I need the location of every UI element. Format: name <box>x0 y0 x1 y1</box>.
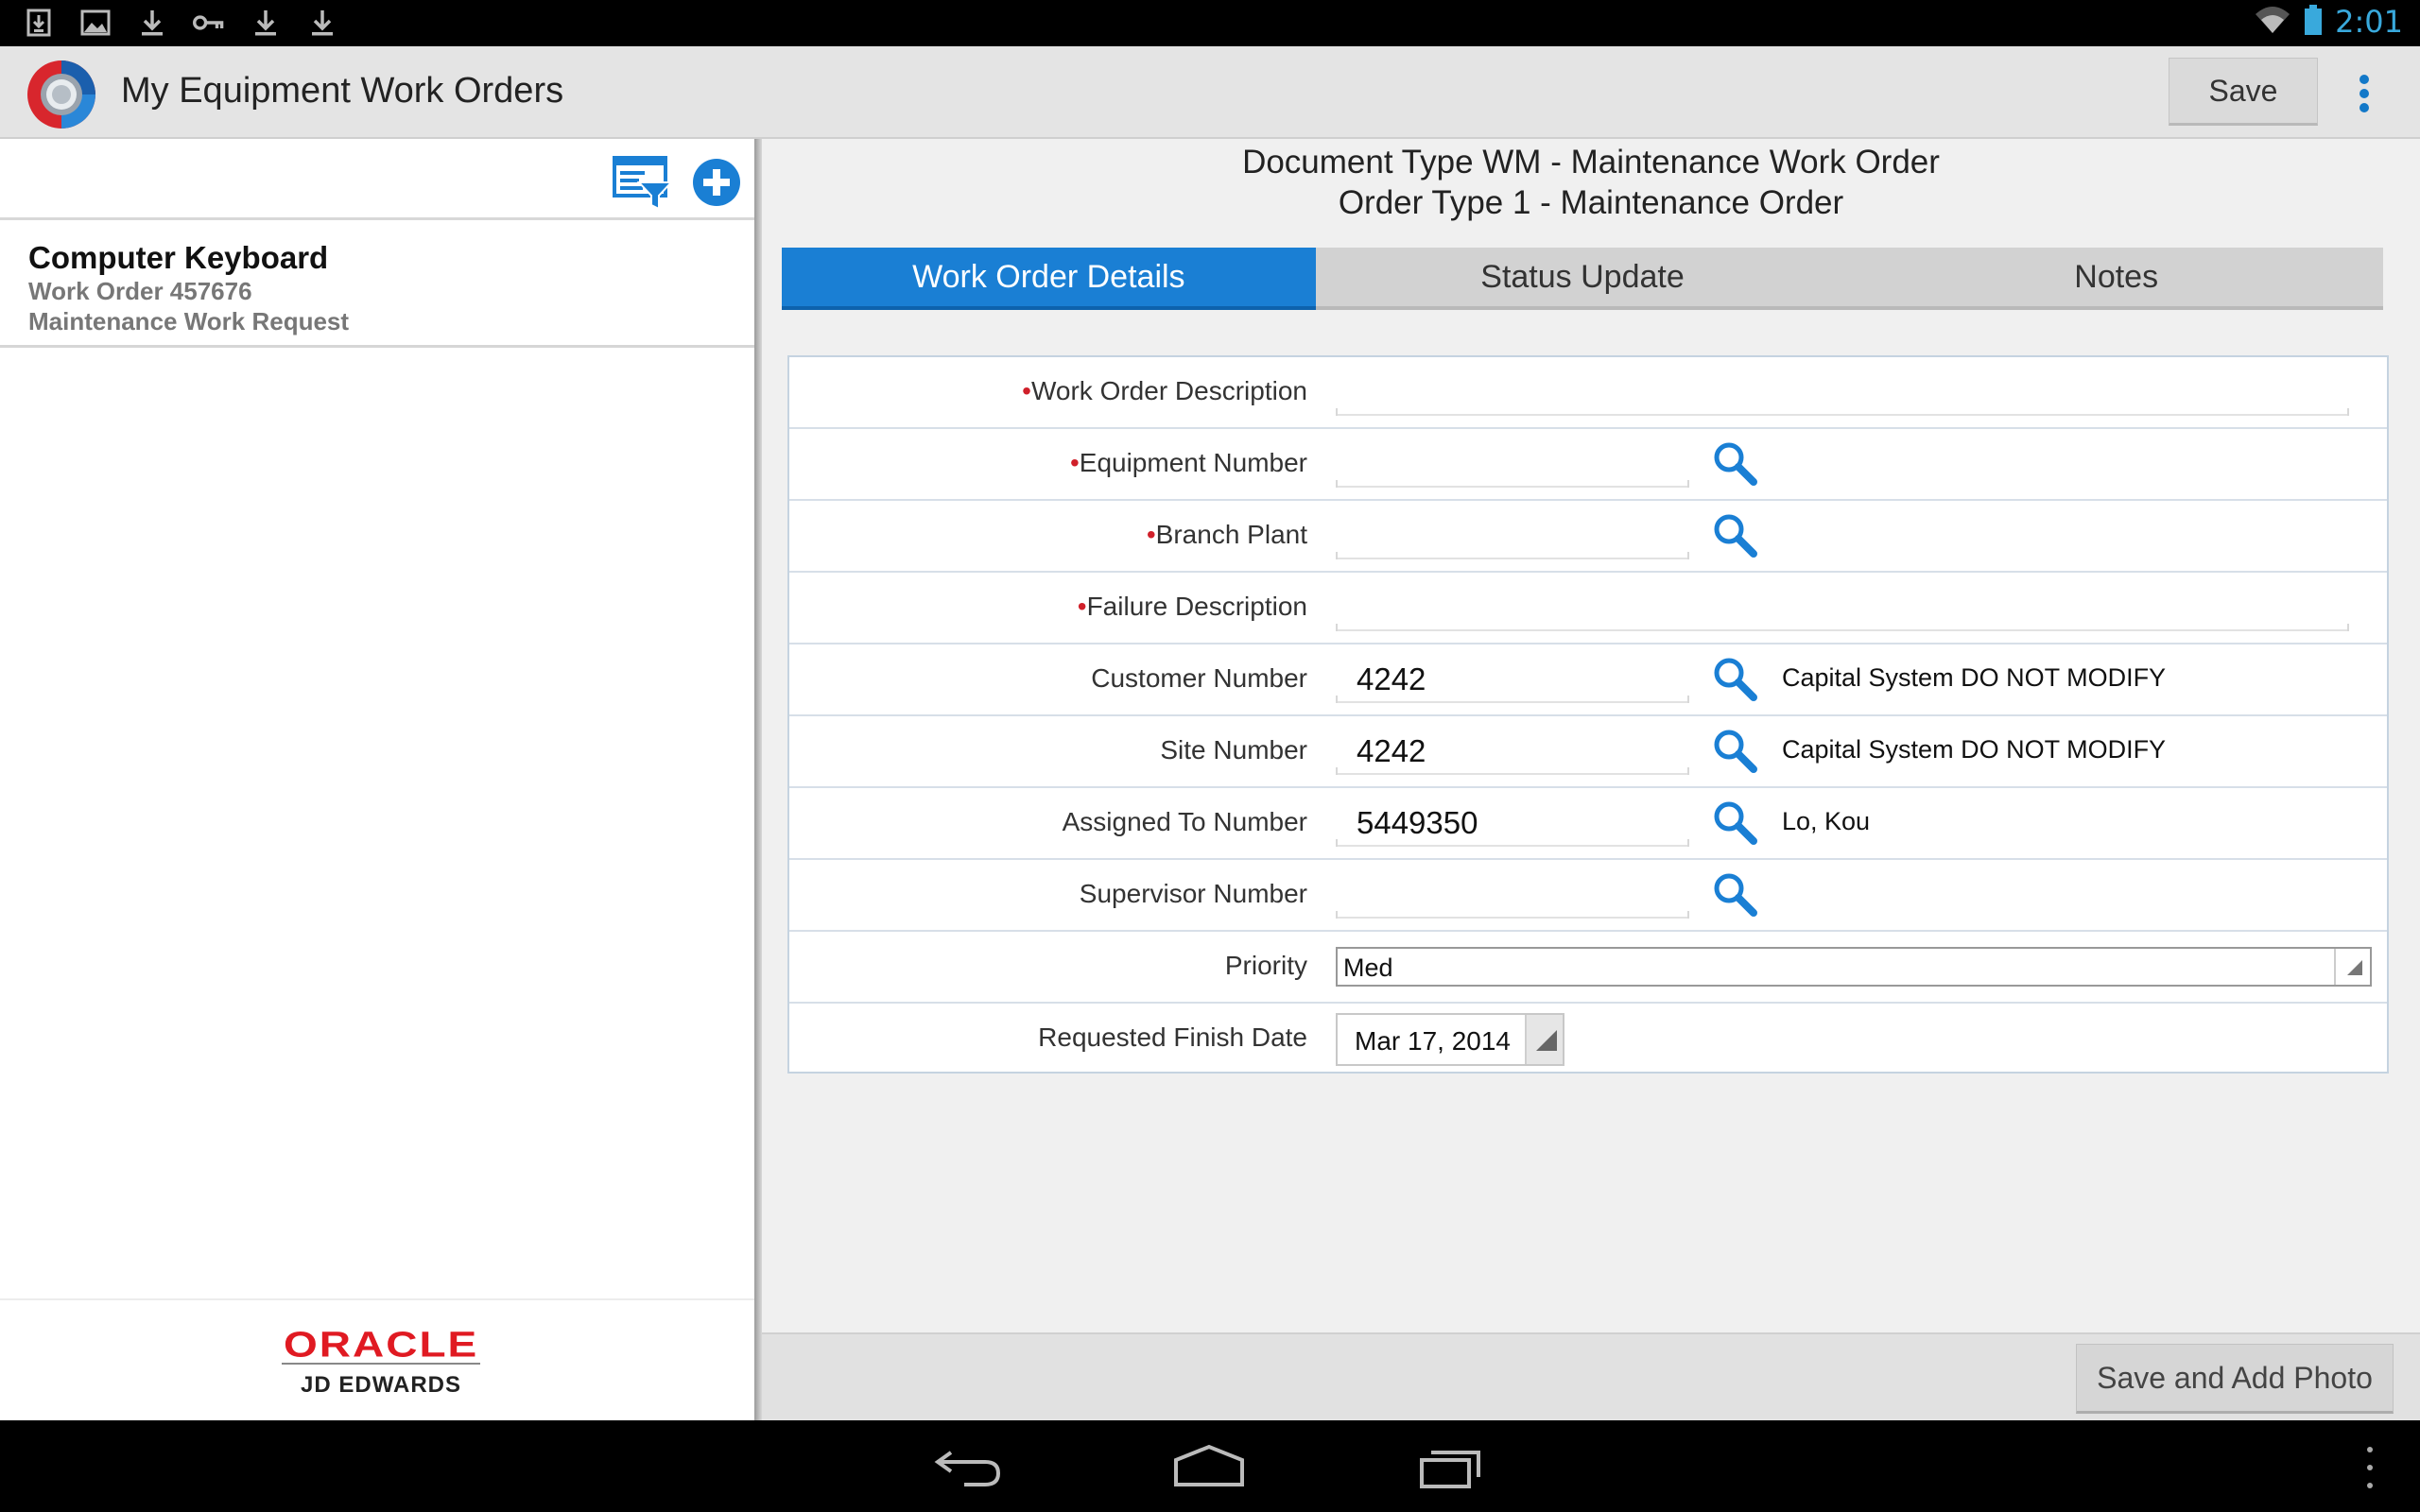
logo-divider <box>282 1363 480 1365</box>
form-row-site-number: Site Number 4242 Capital System DO NOT M… <box>789 716 2387 788</box>
search-icon[interactable] <box>1710 869 1759 919</box>
pane-divider[interactable] <box>754 139 762 1420</box>
site-number-input[interactable]: 4242 <box>1336 724 1689 775</box>
action-bar: My Equipment Work Orders Save <box>0 46 2420 139</box>
download-box-icon <box>23 6 55 40</box>
tab-status-update[interactable]: Status Update <box>1315 248 1850 310</box>
tab-notes[interactable]: Notes <box>1849 248 2384 310</box>
download-icon <box>250 6 282 40</box>
search-icon[interactable] <box>1710 510 1759 559</box>
assigned-to-number-input[interactable]: 5449350 <box>1336 796 1689 847</box>
menu-icon[interactable] <box>2363 1447 2377 1488</box>
work-order-form: •Work Order Description •Equipment Numbe… <box>787 355 2389 1074</box>
assigned-to-name: Lo, Kou <box>1782 807 1871 835</box>
brand-footer: ORACLE JD EDWARDS <box>0 1298 754 1420</box>
jd-edwards-logo: JD EDWARDS <box>301 1372 462 1398</box>
field-label: Branch Plant <box>1155 520 1307 549</box>
branch-plant-input[interactable] <box>1336 508 1689 559</box>
customer-description: Capital System DO NOT MODIFY <box>1782 663 2167 692</box>
search-icon[interactable] <box>1710 726 1759 775</box>
save-and-add-photo-button[interactable]: Save and Add Photo <box>2076 1344 2394 1414</box>
status-bar: 2:01 <box>0 0 2420 46</box>
field-label: Requested Finish Date <box>1038 1022 1307 1052</box>
required-indicator: • <box>1069 448 1080 477</box>
notification-icons <box>23 6 338 40</box>
search-icon[interactable] <box>1710 438 1759 488</box>
equipment-number-input[interactable] <box>1336 437 1689 488</box>
failure-description-input[interactable] <box>1336 580 2349 631</box>
field-label: Supervisor Number <box>1079 879 1307 908</box>
oracle-logo: ORACLE <box>284 1323 479 1365</box>
list-toolbar <box>0 139 754 220</box>
document-type: Document Type WM - Maintenance Work Orde… <box>1242 144 1940 180</box>
form-row-work-order-description: •Work Order Description <box>789 357 2387 429</box>
app-logo-icon[interactable] <box>25 58 98 131</box>
customer-number-input[interactable]: 4242 <box>1336 652 1689 703</box>
download-icon <box>306 6 338 40</box>
field-label: Site Number <box>1160 735 1307 765</box>
field-label: Work Order Description <box>1030 376 1307 405</box>
field-label: Failure Description <box>1086 592 1307 621</box>
work-order-list-pane: Computer Keyboard Work Order 457676 Main… <box>0 139 754 1420</box>
form-row-failure-description: •Failure Description <box>789 573 2387 644</box>
list-item-type: Maintenance Work Request <box>28 307 350 335</box>
list-item-work-order: Work Order 457676 <box>28 277 252 305</box>
add-work-order-icon[interactable] <box>692 158 741 207</box>
form-row-priority: Priority Med <box>789 932 2387 1004</box>
supervisor-number-input[interactable] <box>1336 868 1689 919</box>
field-label: Customer Number <box>1091 663 1307 693</box>
bottom-action-bar: Save and Add Photo <box>762 1332 2420 1420</box>
required-indicator: • <box>1146 520 1156 549</box>
required-indicator: • <box>1077 592 1087 621</box>
site-description: Capital System DO NOT MODIFY <box>1782 735 2167 764</box>
document-header: Document Type WM - Maintenance Work Orde… <box>762 142 2420 223</box>
dropdown-arrow-icon <box>1525 1015 1563 1064</box>
recent-apps-icon[interactable] <box>1410 1439 1495 1494</box>
search-icon[interactable] <box>1710 654 1759 703</box>
wifi-icon <box>2254 5 2291 40</box>
tab-work-order-details[interactable]: Work Order Details <box>782 248 1316 310</box>
status-right: 2:01 <box>2254 4 2403 40</box>
order-type: Order Type 1 - Maintenance Order <box>1338 184 1844 221</box>
requested-finish-date-picker[interactable]: Mar 17, 2014 <box>1336 1013 1564 1066</box>
form-row-assigned-to-number: Assigned To Number 5449350 Lo, Kou <box>789 788 2387 860</box>
form-row-branch-plant: •Branch Plant <box>789 501 2387 573</box>
priority-select[interactable]: Med <box>1336 947 2372 987</box>
image-icon <box>79 6 112 40</box>
priority-value: Med <box>1343 954 1393 982</box>
save-button[interactable]: Save <box>2169 58 2318 126</box>
field-label: Equipment Number <box>1079 448 1307 477</box>
dropdown-arrow-icon <box>2334 949 2370 985</box>
form-row-requested-finish-date: Requested Finish Date Mar 17, 2014 <box>789 1004 2387 1075</box>
form-row-equipment-number: •Equipment Number <box>789 429 2387 501</box>
required-indicator: • <box>1022 376 1031 405</box>
list-item[interactable]: Computer Keyboard Work Order 457676 Main… <box>0 223 754 348</box>
system-navigation-bar <box>0 1420 2420 1512</box>
form-row-supervisor-number: Supervisor Number <box>789 860 2387 932</box>
field-label: Assigned To Number <box>1062 807 1307 836</box>
clock: 2:01 <box>2335 4 2403 40</box>
filter-list-icon[interactable] <box>613 154 674 211</box>
work-order-description-input[interactable] <box>1336 365 2349 416</box>
search-icon[interactable] <box>1710 798 1759 847</box>
download-icon <box>136 6 168 40</box>
form-row-customer-number: Customer Number 4242 Capital System DO N… <box>789 644 2387 716</box>
field-label: Priority <box>1224 951 1307 980</box>
list-item-title: Computer Keyboard <box>28 240 329 275</box>
home-icon[interactable] <box>1167 1439 1252 1494</box>
back-icon[interactable] <box>926 1439 1011 1494</box>
page-title: My Equipment Work Orders <box>121 71 564 111</box>
battery-icon <box>2305 4 2323 40</box>
date-value: Mar 17, 2014 <box>1355 1026 1511 1056</box>
overflow-menu-icon[interactable] <box>2350 69 2378 118</box>
tab-bar: Work Order Details Status Update Notes <box>782 248 2384 310</box>
key-icon <box>193 6 225 40</box>
